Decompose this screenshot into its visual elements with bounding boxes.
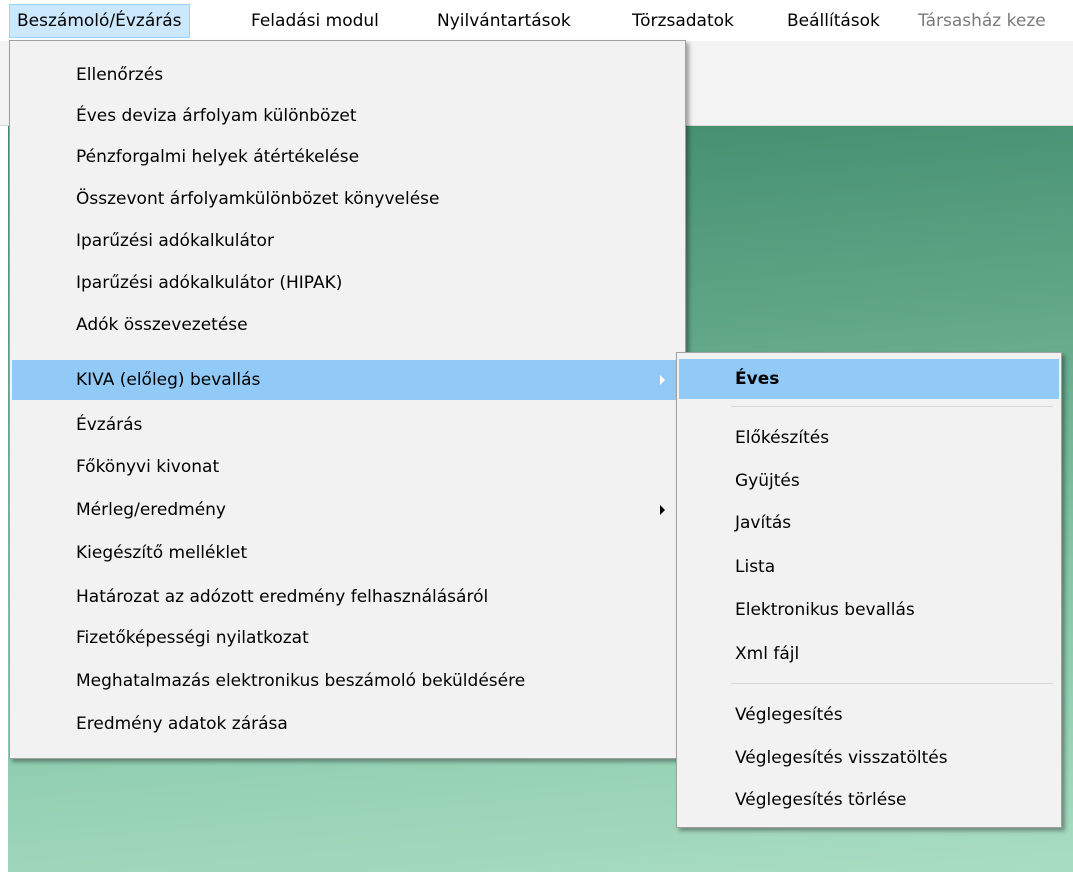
menu-item-kiva-eloleg-bevallas[interactable]: KIVA (előleg) bevallás (12, 360, 683, 400)
menu-item-label: Ellenőrzés (76, 65, 164, 85)
menu-item-label: Gyüjtés (735, 471, 800, 491)
submenu-item-gyujtes[interactable]: Gyüjtés (679, 461, 1059, 501)
menu-item-fizetokepessegi-nyilatkozat[interactable]: Fizetőképességi nyilatkozat (12, 618, 683, 658)
menu-item-iparuzesi-adokalkulator[interactable]: Iparűzési adókalkulátor (12, 221, 683, 261)
menu-item-label: Pénzforgalmi helyek átértékelése (76, 147, 360, 167)
menu-item-label: Elektronikus bevallás (735, 600, 915, 620)
menu-separator (731, 406, 1053, 407)
submenu-item-elokeszites[interactable]: Előkészítés (679, 418, 1059, 458)
menu-item-label: Határozat az adózott eredmény felhasznál… (76, 587, 489, 607)
menu-bar: Beszámoló/Évzárás Feladási modul Nyilván… (0, 0, 1073, 41)
menu-item-label: Lista (735, 557, 776, 577)
menu-beszamolo-evzaras[interactable]: Beszámoló/Évzárás (9, 4, 190, 38)
menu-item-label: Xml fájl (735, 644, 800, 664)
menu-item-label: Meghatalmazás elektronikus beszámoló bek… (76, 671, 526, 691)
submenu-item-elektronikus-bevallas[interactable]: Elektronikus bevallás (679, 590, 1059, 630)
menu-item-merleg-eredmeny[interactable]: Mérleg/eredmény (12, 490, 683, 530)
menu-item-eredmeny-adatok-zarasa[interactable]: Eredmény adatok zárása (12, 704, 683, 744)
submenu-item-lista[interactable]: Lista (679, 547, 1059, 587)
menu-item-label: Eredmény adatok zárása (76, 714, 288, 734)
menu-separator (731, 683, 1053, 684)
menu-feladasi-modul[interactable]: Feladási modul (244, 4, 386, 38)
menu-item-label: Előkészítés (735, 428, 830, 448)
menu-torzsadatok[interactable]: Törzsadatok (625, 4, 741, 38)
menu-item-label: Éves (735, 369, 780, 389)
submenu-item-veglegesites-torlese[interactable]: Véglegesítés törlése (679, 780, 1059, 820)
menu-item-osszevont-arfolyamkulonbozet[interactable]: Összevont árfolyamkülönbözet könyvelése (12, 179, 683, 219)
submenu-arrow-icon (660, 375, 665, 385)
menu-item-label: Fizetőképességi nyilatkozat (76, 628, 309, 648)
dropdown-menu-beszamolo: Ellenőrzés Éves deviza árfolyam különböz… (9, 40, 686, 759)
menu-item-label: Iparűzési adókalkulátor (HIPAK) (76, 273, 343, 293)
menu-item-label: Éves deviza árfolyam különbözet (76, 106, 357, 126)
submenu-arrow-icon (660, 505, 665, 515)
menu-item-label: Évzárás (76, 415, 143, 435)
menu-item-label: Véglegesítés törlése (735, 790, 907, 810)
menu-item-label: Javítás (735, 513, 792, 533)
menu-item-label: Összevont árfolyamkülönbözet könyvelése (76, 189, 440, 209)
menu-item-label: Adók összevezetése (76, 315, 248, 335)
submenu-item-javitas[interactable]: Javítás (679, 503, 1059, 543)
menu-item-meghatalmazas-elektronikus-beszamolo[interactable]: Meghatalmazás elektronikus beszámoló bek… (12, 661, 683, 701)
menu-beallitasok[interactable]: Beállítások (780, 4, 887, 38)
menu-tarsashaz-kezeles: Társasház keze (918, 11, 1046, 31)
menu-item-hatarozat-adozott-eredmeny[interactable]: Határozat az adózott eredmény felhasznál… (12, 577, 683, 617)
menu-item-label: Véglegesítés (735, 705, 843, 725)
menu-item-iparuzesi-adokalkulator-hipak[interactable]: Iparűzési adókalkulátor (HIPAK) (12, 263, 683, 303)
menu-item-fokonyvi-kivonat[interactable]: Főkönyvi kivonat (12, 447, 683, 487)
menu-item-label: Főkönyvi kivonat (76, 457, 220, 477)
submenu-item-veglegesites-visszatoltes[interactable]: Véglegesítés visszatöltés (679, 738, 1059, 778)
submenu-item-xml-fajl[interactable]: Xml fájl (679, 634, 1059, 674)
menu-item-ellenorzes[interactable]: Ellenőrzés (12, 55, 683, 95)
menu-nyilvantartasok[interactable]: Nyilvántartások (430, 4, 578, 38)
menu-item-penzforgalmi-helyek-atertekelese[interactable]: Pénzforgalmi helyek átértékelése (12, 137, 683, 177)
menu-item-kiegeszito-melleklet[interactable]: Kiegészítő melléklet (12, 533, 683, 573)
menu-item-eves-deviza-arfolyam-kulonbozet[interactable]: Éves deviza árfolyam különbözet (12, 96, 683, 136)
menu-item-adok-osszevezetese[interactable]: Adók összevezetése (12, 305, 683, 345)
submenu-item-eves[interactable]: Éves (679, 359, 1059, 399)
submenu-kiva: Éves Előkészítés Gyüjtés Javítás Lista E… (676, 352, 1062, 828)
submenu-item-veglegesites[interactable]: Véglegesítés (679, 695, 1059, 735)
menu-item-label: Iparűzési adókalkulátor (76, 231, 274, 251)
menu-item-label: Mérleg/eredmény (76, 500, 226, 520)
menu-item-evzaras[interactable]: Évzárás (12, 405, 683, 445)
menu-item-label: KIVA (előleg) bevallás (76, 370, 261, 390)
menu-item-label: Kiegészítő melléklet (76, 543, 248, 563)
menu-item-label: Véglegesítés visszatöltés (735, 748, 948, 768)
